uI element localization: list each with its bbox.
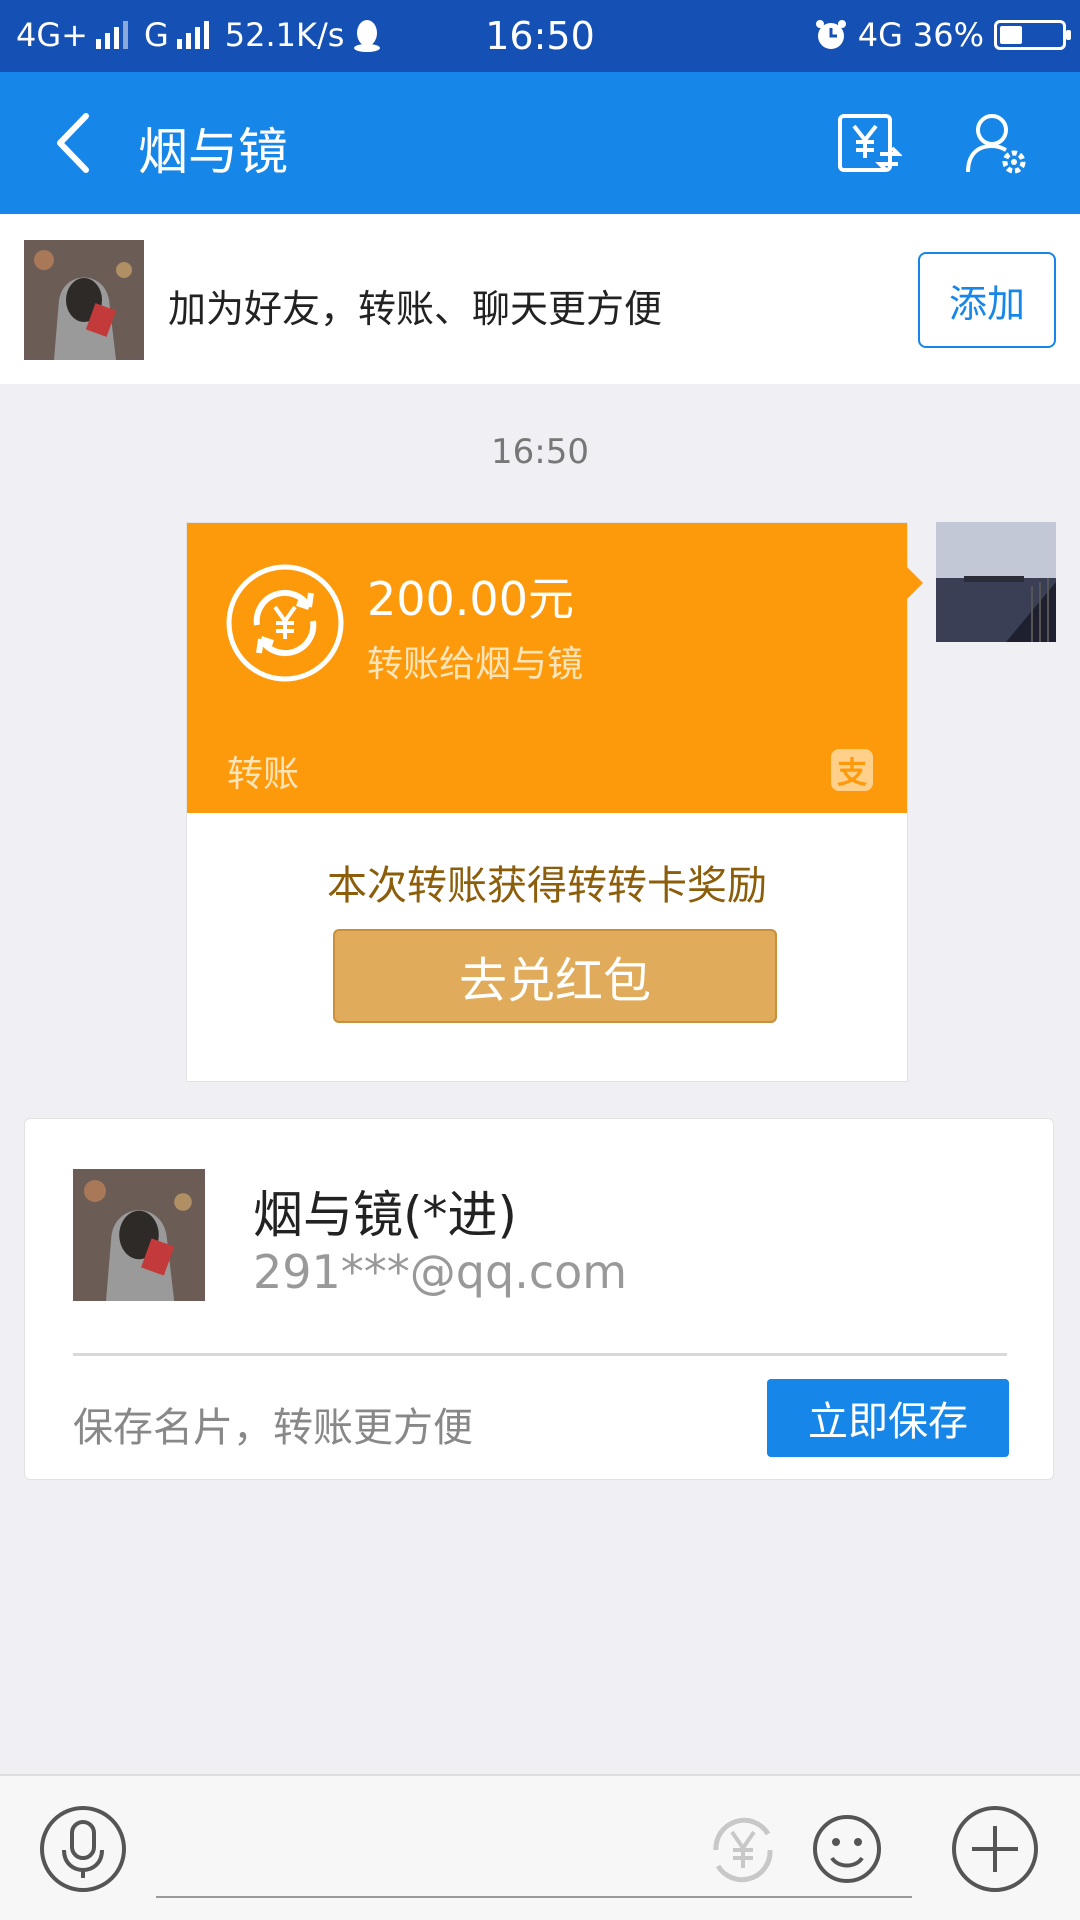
contact-card-avatar [73, 1169, 205, 1301]
contact-avatar [24, 240, 144, 360]
battery-icon [994, 20, 1071, 50]
redeem-red-packet-button[interactable]: 去兑红包 [333, 929, 777, 1023]
yuan-transfer-icon[interactable] [698, 1804, 788, 1894]
transfer-amount: 200.00元 [367, 572, 574, 626]
battery-level [1000, 26, 1022, 44]
save-card-button[interactable]: 立即保存 [767, 1379, 1009, 1457]
status-bar: 4G+ G 52.1K/s 16:50 4G 36% [0, 0, 1080, 72]
alipay-icon: 支 [831, 749, 873, 791]
alarm-clock-icon [815, 20, 846, 49]
transfer-description: 转账给烟与镜 [367, 644, 584, 685]
add-friend-bar: 加为好友，转账、聊天更方便 添加 [0, 214, 1080, 384]
contact-card[interactable]: 烟与镜(*进) 291***@qq.com 保存名片，转账更方便 立即保存 [24, 1118, 1054, 1480]
add-friend-hint: 加为好友，转账、聊天更方便 [168, 287, 663, 331]
card-divider [73, 1353, 1007, 1356]
contact-name: 烟与镜(*进) [253, 1186, 518, 1244]
plus-icon[interactable] [950, 1804, 1040, 1894]
transfer-record-icon[interactable] [836, 110, 902, 176]
input-bar [0, 1774, 1080, 1920]
status-right: 4G 36% [814, 16, 1071, 54]
contact-email: 291***@qq.com [253, 1245, 628, 1299]
page-title: 烟与镜 [138, 123, 288, 181]
network-type-tertiary: 4G [857, 16, 903, 54]
message-input[interactable] [156, 1896, 912, 1898]
chat-settings-icon[interactable] [964, 110, 1030, 176]
message-timestamp: 16:50 [491, 432, 589, 472]
my-avatar[interactable] [936, 522, 1056, 642]
transfer-message-card[interactable]: 200.00元 转账给烟与镜 转账 支 本次转账获得转转卡奖励 去兑红包 [186, 522, 923, 1082]
transfer-type-label: 转账 [227, 754, 300, 795]
add-friend-button[interactable]: 添加 [918, 252, 1056, 348]
back-icon[interactable] [46, 108, 106, 178]
title-bar: 烟与镜 [0, 72, 1080, 214]
microphone-icon[interactable] [38, 1804, 128, 1894]
bubble-pointer [907, 567, 923, 599]
battery-percent: 36% [912, 16, 984, 54]
reward-text: 本次转账获得转转卡奖励 [327, 863, 767, 909]
transfer-coin-icon [226, 564, 344, 682]
emoji-icon[interactable] [802, 1804, 892, 1894]
save-card-hint: 保存名片，转账更方便 [73, 1405, 473, 1451]
